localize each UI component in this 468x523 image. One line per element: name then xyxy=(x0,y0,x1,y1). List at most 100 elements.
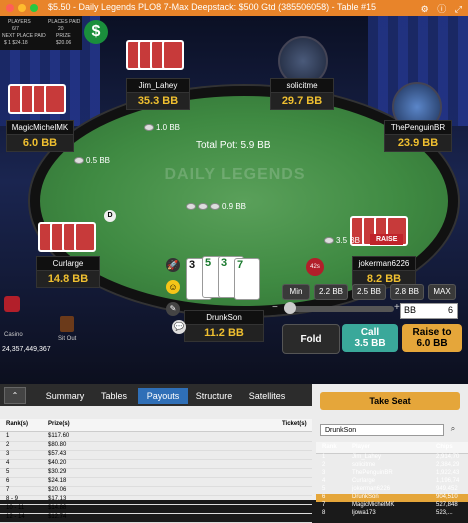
seat-drunkson[interactable]: DrunkSon 11.2 BB xyxy=(184,310,264,342)
prize-cell: $30.29 xyxy=(48,469,67,475)
list-item[interactable]: 5 jokerman6226 949,452 xyxy=(316,486,468,494)
rocket-icon[interactable]: 🚀 xyxy=(166,258,180,272)
minimize-window-button[interactable] xyxy=(18,4,26,12)
maximize-window-button[interactable] xyxy=(30,4,38,12)
player-stack: 6.0 BB xyxy=(6,135,74,152)
prize-cell: $20.06 xyxy=(48,487,67,493)
slider-knob[interactable] xyxy=(284,302,296,314)
tab-satellites[interactable]: Satellites xyxy=(240,388,294,404)
chips-cell: 523,... xyxy=(436,510,453,516)
chip-total: 24,357,449,367 xyxy=(2,346,51,353)
raise-button[interactable]: Raise to 6.0 BB xyxy=(402,324,462,352)
total-pot: Total Pot: 5.9 BB xyxy=(196,140,271,151)
rank-cell: 10 - 11 xyxy=(6,505,25,511)
player-cell: MagicMichelMK xyxy=(352,502,395,508)
prize-cell: $117.60 xyxy=(48,433,70,439)
casino-label: Casino xyxy=(4,332,23,338)
rank-cell: 4 xyxy=(322,478,326,484)
cashier-dollar-icon[interactable]: $ xyxy=(84,20,108,44)
rank-cell: 3 xyxy=(6,451,10,457)
seat-curlarge[interactable]: Curlarge 14.8 BB xyxy=(36,256,100,288)
rank-cell: 1 xyxy=(322,454,326,460)
next-place-label: NEXT PLACE PAID xyxy=(2,33,46,39)
rank-cell: 7 xyxy=(322,502,326,508)
bet-jim: 1.0 BB xyxy=(144,123,180,132)
player-search-input[interactable]: DrunkSon xyxy=(320,424,444,436)
settings-icon[interactable]: ⚙ xyxy=(421,4,429,14)
bet-center: 0.9 BB xyxy=(186,202,246,211)
rank-cell: 6 xyxy=(322,494,326,500)
col-rank: Rank xyxy=(322,444,337,450)
call-amount: 3.5 BB xyxy=(354,338,386,349)
seat-solicitme[interactable]: solicitme 29.7 BB xyxy=(270,78,334,110)
list-item[interactable]: 3 ThePenguinBR 1,922,43 xyxy=(316,470,468,478)
player-cell: DrunkSon xyxy=(352,494,379,500)
chat-icon[interactable]: 💬 xyxy=(172,320,186,334)
seat-jim-lahey[interactable]: Jim_Lahey 35.3 BB xyxy=(126,78,190,110)
chips-cell: 1,196,74 xyxy=(436,478,460,484)
col-rank: Rank(s) xyxy=(6,421,29,427)
search-icon[interactable]: ⌕ xyxy=(446,424,460,436)
table-brand: DAILY LEGENDS xyxy=(164,166,306,183)
chips-cell: 2,384,29 xyxy=(436,462,460,468)
seat-thepenguinbr[interactable]: ThePenguinBR 23.9 BB xyxy=(384,120,452,152)
emoji-icon[interactable]: ☺ xyxy=(166,280,180,294)
prize-cell: $12.74 xyxy=(48,514,67,520)
rank-cell: 8 - 9 xyxy=(6,496,19,502)
raise-amount: 6.0 BB xyxy=(416,338,448,349)
bet-amount-input[interactable]: BB 6 xyxy=(400,303,458,319)
players-value: 6/7 xyxy=(12,26,19,32)
player-name: jokerman6226 xyxy=(352,256,416,271)
prize-cell: $80.80 xyxy=(48,442,67,448)
info-icon[interactable]: ⓘ xyxy=(437,4,446,14)
close-window-button[interactable] xyxy=(6,4,14,12)
player-cell: ljowa173 xyxy=(352,510,376,516)
rank-cell: 6 xyxy=(6,478,10,484)
list-item[interactable]: 1 Jim_Lahey 2,914,70 xyxy=(316,454,468,462)
take-seat-button[interactable]: Take Seat xyxy=(320,392,460,410)
table-row: 12 - 14 $12.74 xyxy=(0,513,312,523)
collapse-panel-button[interactable]: ⌃ xyxy=(4,387,26,404)
expand-icon[interactable]: ⤢ xyxy=(455,4,462,14)
next-place-value: $ 1 $24.18 xyxy=(4,40,28,46)
player-name: Jim_Lahey xyxy=(126,78,190,93)
prize-cell: $57.43 xyxy=(48,451,67,457)
rank-cell: 7 xyxy=(6,487,10,493)
call-button[interactable]: Call 3.5 BB xyxy=(342,324,398,352)
bet-joker: 3.5 BB xyxy=(324,236,360,245)
bet-2-5-button[interactable]: 2.5 BB xyxy=(352,284,386,300)
prize-label: PRIZE xyxy=(56,33,71,39)
notes-icon[interactable]: ✎ xyxy=(166,302,180,316)
casino-icon[interactable] xyxy=(4,296,20,312)
decrease-bet-button[interactable]: − xyxy=(272,302,278,313)
tab-structure[interactable]: Structure xyxy=(188,388,240,404)
min-bet-button[interactable]: Min xyxy=(282,284,310,300)
col-ticket: Ticket(s) xyxy=(282,421,307,427)
chips-cell: 2,914,70 xyxy=(436,454,460,460)
list-item[interactable]: 2 solicitme 2,384,29 xyxy=(316,462,468,470)
list-item[interactable]: 6 DrunkSon 904,510 xyxy=(316,494,468,502)
tab-payouts[interactable]: Payouts xyxy=(138,388,188,404)
increase-bet-button[interactable]: + xyxy=(394,302,400,313)
seat-magicmichelmk[interactable]: MagicMichelMK 6.0 BB xyxy=(6,120,74,152)
list-item[interactable]: 8 ljowa173 523,... xyxy=(316,510,468,518)
fold-button[interactable]: Fold xyxy=(282,324,340,354)
bb-unit-label: BB xyxy=(404,305,417,315)
player-cell: Curlarge xyxy=(352,478,376,484)
player-stack: 11.2 BB xyxy=(184,325,264,342)
tab-tables[interactable]: Tables xyxy=(90,388,138,404)
rank-cell: 4 xyxy=(6,460,10,466)
prize-value: $20.06 xyxy=(56,40,72,46)
sit-out-icon[interactable] xyxy=(60,316,74,332)
tab-summary[interactable]: Summary xyxy=(40,388,90,404)
player-name: MagicMichelMK xyxy=(6,120,74,135)
player-cell: jokerman6226 xyxy=(352,486,391,492)
list-item[interactable]: 4 Curlarge 1,196,74 xyxy=(316,478,468,486)
rank-cell: 2 xyxy=(322,462,326,468)
bet-2-2-button[interactable]: 2.2 BB xyxy=(314,284,348,300)
raise-tag: RAISE xyxy=(370,234,404,245)
list-item[interactable]: 7 MagicMichelMK 527,848 xyxy=(316,502,468,510)
bet-2-8-button[interactable]: 2.8 BB xyxy=(390,284,424,300)
max-bet-button[interactable]: MAX xyxy=(428,284,456,300)
bet-slider[interactable] xyxy=(284,302,394,314)
